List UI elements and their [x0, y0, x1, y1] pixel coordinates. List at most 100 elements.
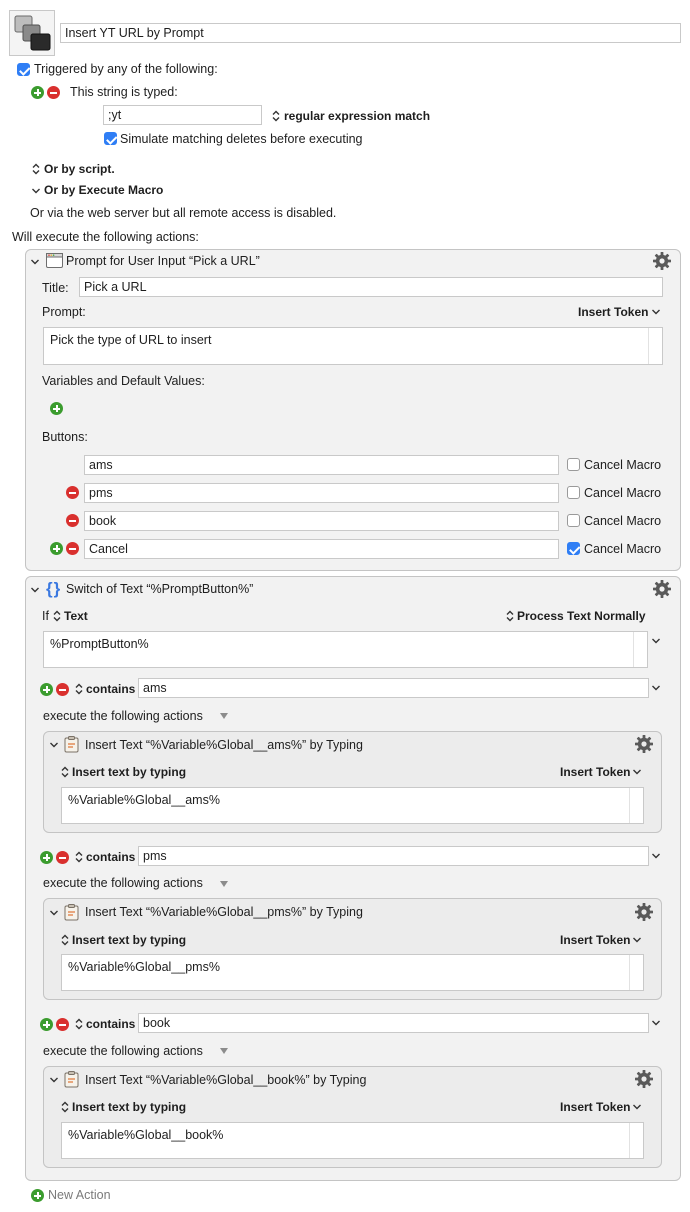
insert-mode-select[interactable]: Insert text by typing	[72, 765, 186, 779]
remove-case-icon[interactable]	[56, 683, 69, 696]
process-mode-updown-icon[interactable]	[506, 610, 514, 622]
case-match-field[interactable]: pms	[138, 846, 649, 866]
condition-updown-icon[interactable]	[75, 851, 83, 863]
macro-name-field[interactable]: Insert YT URL by Prompt	[60, 23, 681, 43]
clipboard-icon	[64, 1071, 79, 1088]
macro-icon[interactable]	[9, 10, 55, 56]
condition-select[interactable]: contains	[86, 682, 135, 696]
button-row-field[interactable]: ams	[84, 455, 559, 475]
insert-text-gear-icon[interactable]	[634, 1069, 654, 1089]
or-by-execute-macro-chevron-icon[interactable]	[31, 186, 41, 196]
or-by-script-updown-icon[interactable]	[32, 163, 40, 175]
or-by-execute-macro-label[interactable]: Or by Execute Macro	[44, 183, 163, 197]
button-cancel-checkbox[interactable]	[567, 486, 580, 499]
execute-menu-triangle-icon[interactable]	[219, 880, 229, 888]
web-server-note: Or via the web server but all remote acc…	[30, 206, 337, 220]
triggered-checkbox[interactable]	[17, 63, 30, 76]
prompt-title-field[interactable]: Pick a URL	[79, 277, 663, 297]
button-cancel-checkbox[interactable]	[567, 514, 580, 527]
button-cancel-checkbox[interactable]	[567, 458, 580, 471]
prompt-insert-token-button[interactable]: Insert Token	[578, 305, 648, 319]
insert-text-gear-icon[interactable]	[634, 902, 654, 922]
prompt-text-area[interactable]: Pick the type of URL to insert	[43, 327, 663, 365]
remove-case-icon[interactable]	[56, 851, 69, 864]
insert-text-collapse-chevron-icon[interactable]	[49, 1075, 59, 1085]
new-action-button[interactable]: New Action	[48, 1188, 111, 1202]
insert-text-action-title: Insert Text “%Variable%Global__ams%” by …	[85, 738, 363, 752]
insert-mode-select[interactable]: Insert text by typing	[72, 933, 186, 947]
insert-text-collapse-chevron-icon[interactable]	[49, 740, 59, 750]
condition-updown-icon[interactable]	[75, 683, 83, 695]
add-variable-icon[interactable]	[50, 402, 63, 415]
remove-button-icon[interactable]	[66, 514, 79, 527]
insert-text-collapse-chevron-icon[interactable]	[49, 908, 59, 918]
prompt-collapse-chevron-icon[interactable]	[30, 257, 40, 267]
add-trigger-icon[interactable]	[31, 86, 44, 99]
prompt-action-title: Prompt for User Input “Pick a URL”	[66, 254, 260, 268]
insert-text-gear-icon[interactable]	[634, 734, 654, 754]
insert-mode-updown-icon[interactable]	[61, 766, 69, 778]
switch-text-dropdown-icon[interactable]	[651, 637, 661, 645]
condition-select[interactable]: contains	[86, 1017, 135, 1031]
simulate-deletes-checkbox[interactable]	[104, 132, 117, 145]
insert-mode-select[interactable]: Insert text by typing	[72, 1100, 186, 1114]
variables-label: Variables and Default Values:	[42, 374, 205, 388]
prompt-insert-token-chevron-icon[interactable]	[651, 308, 661, 316]
or-by-script-label[interactable]: Or by script.	[44, 162, 115, 176]
string-typed-label: This string is typed:	[70, 85, 178, 99]
case-match-field[interactable]: ams	[138, 678, 649, 698]
process-mode-select[interactable]: Process Text Normally	[517, 609, 646, 623]
cancel-macro-label: Cancel Macro	[584, 458, 662, 472]
insert-mode-updown-icon[interactable]	[61, 934, 69, 946]
insert-mode-updown-icon[interactable]	[61, 1101, 69, 1113]
remove-button-icon[interactable]	[66, 486, 79, 499]
match-mode-select[interactable]: regular expression match	[284, 109, 430, 123]
execute-label: execute the following actions	[43, 709, 203, 723]
case-match-field[interactable]: book	[138, 1013, 649, 1033]
button-row-field[interactable]: book	[84, 511, 559, 531]
insert-text-value: %Variable%Global__book%	[68, 1128, 224, 1142]
source-updown-icon[interactable]	[53, 610, 61, 622]
add-case-icon[interactable]	[40, 1018, 53, 1031]
button-row-field[interactable]: pms	[84, 483, 559, 503]
case-match-dropdown-icon[interactable]	[651, 684, 661, 692]
switch-collapse-chevron-icon[interactable]	[30, 585, 40, 595]
add-button-icon[interactable]	[50, 542, 63, 555]
new-action-icon[interactable]	[31, 1189, 44, 1202]
button-row-field[interactable]: Cancel	[84, 539, 559, 559]
cancel-macro-label: Cancel Macro	[584, 542, 662, 556]
remove-case-icon[interactable]	[56, 1018, 69, 1031]
execute-menu-triangle-icon[interactable]	[219, 1047, 229, 1055]
insert-token-button[interactable]: Insert Token	[560, 765, 630, 779]
insert-text-area[interactable]: %Variable%Global__pms%	[61, 954, 644, 991]
case-match-dropdown-icon[interactable]	[651, 852, 661, 860]
match-mode-updown-icon[interactable]	[272, 110, 280, 122]
insert-token-chevron-icon[interactable]	[632, 936, 642, 944]
insert-text-area[interactable]: %Variable%Global__ams%	[61, 787, 644, 824]
insert-token-label: Insert Token	[560, 933, 631, 947]
prompt-gear-icon[interactable]	[652, 251, 672, 271]
cancel-macro-label: Cancel Macro	[584, 514, 662, 528]
insert-token-chevron-icon[interactable]	[632, 768, 642, 776]
simulate-deletes-label: Simulate matching deletes before executi…	[120, 132, 363, 146]
remove-button-icon[interactable]	[66, 542, 79, 555]
insert-token-button[interactable]: Insert Token	[560, 933, 630, 947]
source-select[interactable]: Text	[64, 609, 88, 623]
add-case-icon[interactable]	[40, 851, 53, 864]
button-cancel-checkbox[interactable]	[567, 542, 580, 555]
clipboard-icon	[64, 736, 79, 753]
case-match-dropdown-icon[interactable]	[651, 1019, 661, 1027]
insert-token-chevron-icon[interactable]	[632, 1103, 642, 1111]
insert-token-button[interactable]: Insert Token	[560, 1100, 630, 1114]
remove-trigger-icon[interactable]	[47, 86, 60, 99]
insert-text-area[interactable]: %Variable%Global__book%	[61, 1122, 644, 1159]
condition-updown-icon[interactable]	[75, 1018, 83, 1030]
switch-gear-icon[interactable]	[652, 579, 672, 599]
switch-text-value: %PromptButton%	[50, 637, 149, 651]
switch-text-area[interactable]: %PromptButton%	[43, 631, 648, 668]
execute-menu-triangle-icon[interactable]	[219, 712, 229, 720]
condition-select[interactable]: contains	[86, 850, 135, 864]
insert-text-action-title: Insert Text “%Variable%Global__book%” by…	[85, 1073, 367, 1087]
add-case-icon[interactable]	[40, 683, 53, 696]
typed-string-input[interactable]: ;yt	[103, 105, 262, 125]
